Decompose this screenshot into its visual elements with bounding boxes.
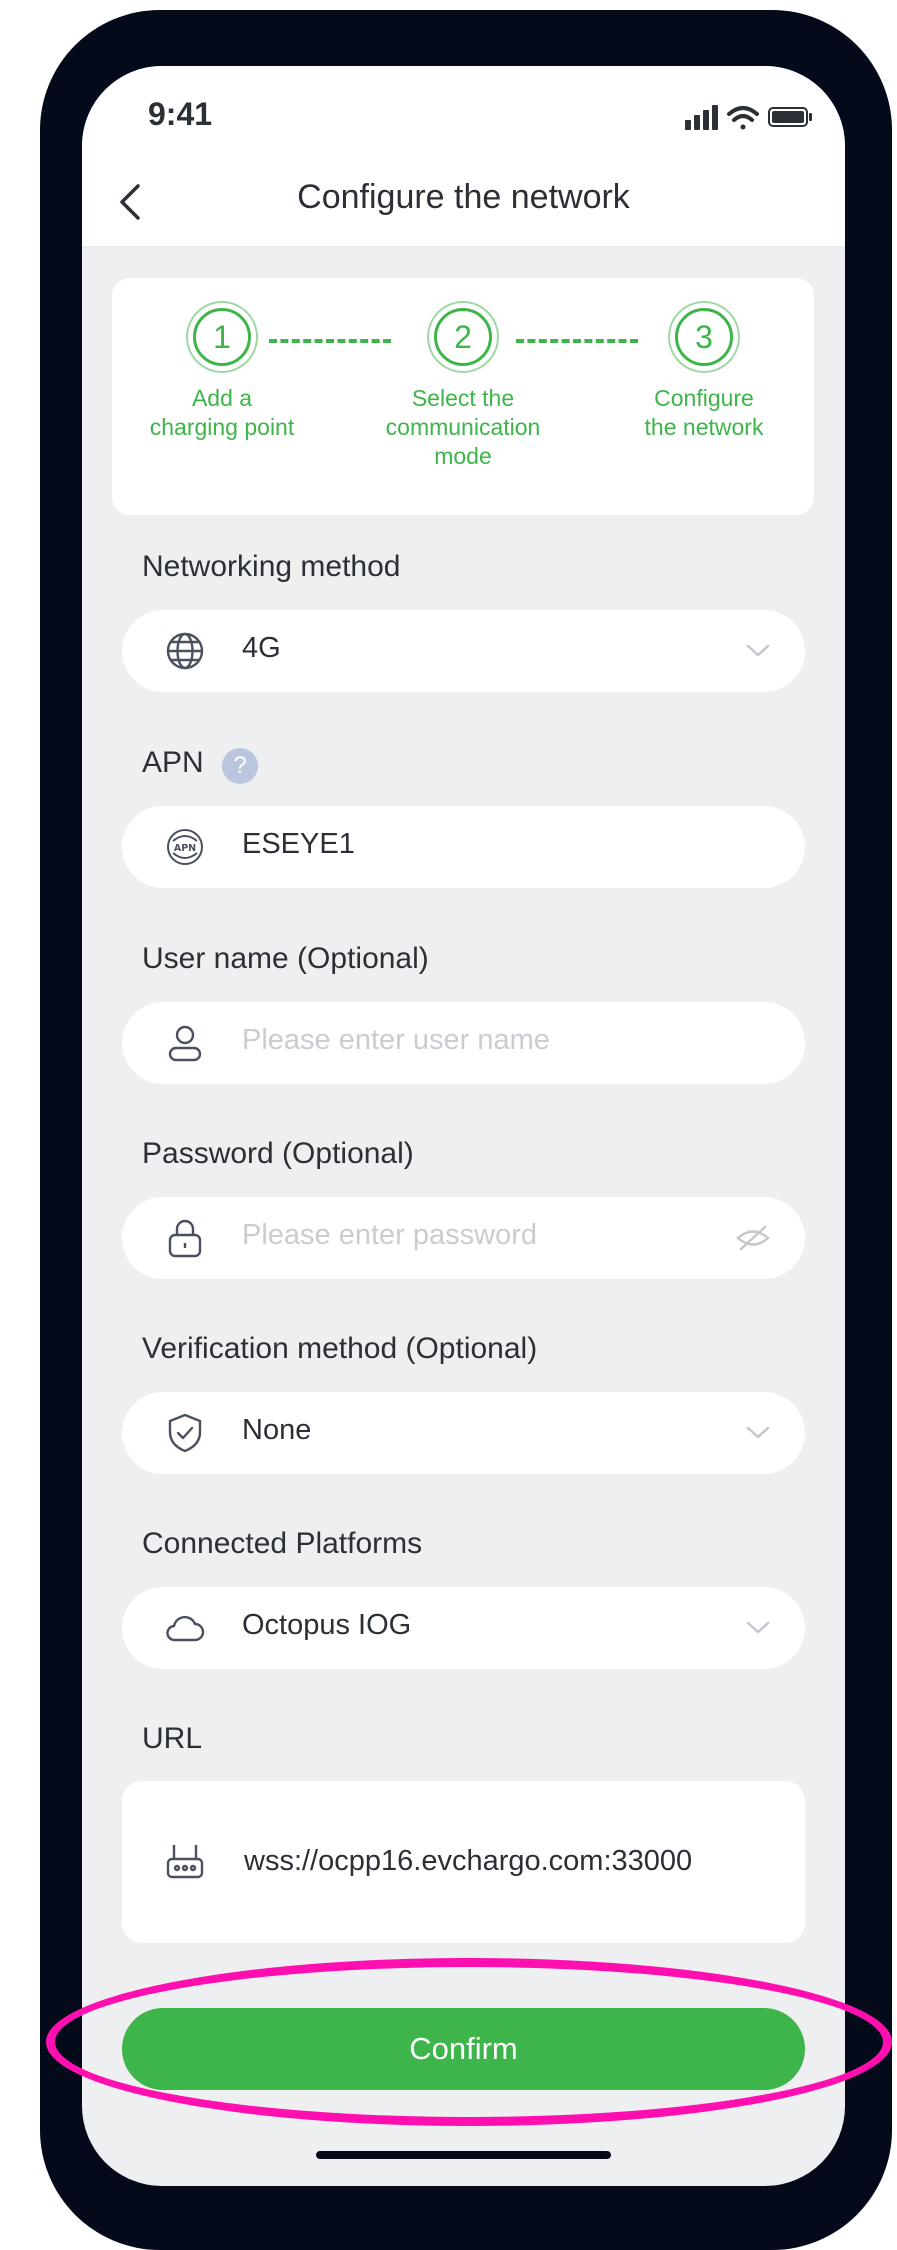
apn-input[interactable]: APN ESEYE1 — [122, 806, 805, 888]
user-icon — [168, 1025, 202, 1062]
status-time: 9:41 — [148, 96, 213, 132]
verification-method-select[interactable]: None — [122, 1392, 805, 1474]
apn-help-icon[interactable]: ? — [222, 748, 258, 784]
username-placeholder: Please enter user name — [242, 1024, 550, 1056]
apn-value: ESEYE1 — [242, 828, 355, 860]
status-icons — [685, 105, 812, 130]
url-field[interactable]: wss://ocpp16.evchargo.com:33000 — [122, 1781, 805, 1943]
networking-method-select[interactable]: 4G — [122, 610, 805, 692]
top-bar: 9:41 Configure the network — [82, 66, 845, 247]
lock-icon — [168, 1219, 202, 1258]
step-label: Configure the network — [644, 385, 764, 440]
step-label: Add a charging point — [149, 385, 295, 440]
eye-off-icon[interactable] — [735, 1223, 771, 1253]
page-title: Configure the network — [297, 178, 630, 216]
password-label: Password (Optional) — [142, 1137, 414, 1170]
password-placeholder: Please enter password — [242, 1219, 537, 1251]
home-indicator — [316, 2151, 611, 2159]
apn-icon: APN — [167, 829, 203, 865]
battery-icon — [768, 107, 812, 127]
username-label: User name (Optional) — [142, 942, 429, 975]
apn-label: APN — [142, 746, 204, 779]
verification-method-label: Verification method (Optional) — [142, 1332, 538, 1365]
connected-platforms-value: Octopus IOG — [242, 1609, 412, 1641]
cloud-icon — [166, 1615, 205, 1642]
chevron-down-icon — [746, 644, 770, 657]
chevron-down-icon — [746, 1426, 770, 1439]
progress-stepper: 1 Add a charging point 2 Select the comm… — [112, 278, 814, 515]
username-input[interactable]: Please enter user name — [122, 1002, 805, 1084]
step-2: 2 Select the communication mode — [353, 308, 573, 471]
shield-check-icon — [168, 1413, 202, 1453]
app-screen: 9:41 Configure the network 1 Add a charg… — [82, 66, 845, 2186]
confirm-button[interactable]: Confirm — [122, 2008, 805, 2090]
chevron-down-icon — [746, 1621, 770, 1634]
step-3: 3 Configure the network — [594, 308, 814, 442]
globe-icon — [166, 632, 204, 670]
step-number: 2 — [434, 308, 492, 366]
verification-method-value: None — [242, 1414, 312, 1446]
url-value: wss://ocpp16.evchargo.com:33000 — [244, 1845, 693, 1877]
connected-platforms-label: Connected Platforms — [142, 1527, 423, 1560]
wifi-icon — [727, 106, 759, 130]
step-number: 1 — [193, 308, 251, 366]
svg-text:APN: APN — [174, 843, 196, 854]
router-icon — [166, 1845, 204, 1879]
cellular-signal-icon — [685, 105, 718, 130]
networking-method-value: 4G — [242, 632, 281, 664]
step-label: Select the communication mode — [385, 385, 541, 469]
connected-platforms-select[interactable]: Octopus IOG — [122, 1587, 805, 1669]
step-1: 1 Add a charging point — [112, 308, 332, 442]
url-label: URL — [142, 1722, 203, 1755]
step-number: 3 — [675, 308, 733, 366]
networking-method-label: Networking method — [142, 550, 401, 583]
password-input[interactable]: Please enter password — [122, 1197, 805, 1279]
